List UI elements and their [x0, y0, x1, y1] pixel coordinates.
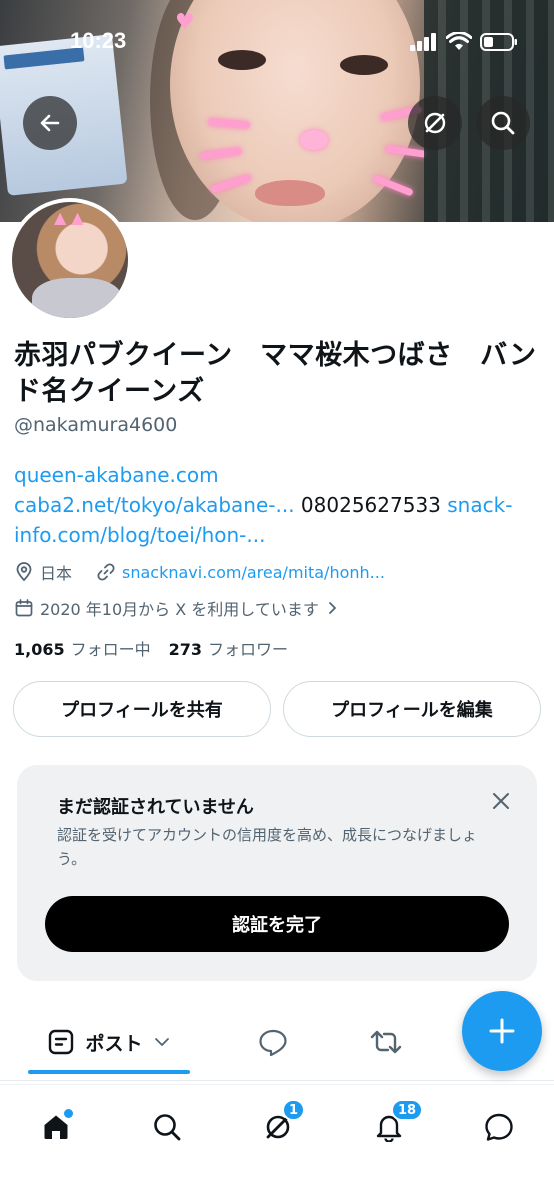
- battery-icon: [480, 33, 517, 51]
- follow-stats: 1,065 フォロー中 273 フォロワー: [14, 636, 288, 660]
- chevron-right-icon: [328, 602, 336, 614]
- plus-icon: [489, 1018, 515, 1044]
- complete-verification-button[interactable]: 認証を完了: [45, 896, 509, 952]
- joined-text: 2020 年10月から X を利用しています: [40, 600, 319, 619]
- wifi-icon: [446, 32, 472, 50]
- tab-posts[interactable]: ポスト: [28, 1010, 190, 1074]
- followers-stat[interactable]: 273 フォロワー: [169, 636, 288, 660]
- bottom-navigation: 1 18: [0, 1084, 554, 1200]
- nav-home[interactable]: [28, 1099, 84, 1155]
- home-new-dot: [64, 1109, 73, 1118]
- location-text: 日本: [40, 564, 73, 583]
- nav-notifications-badge: 18: [391, 1099, 424, 1121]
- status-icons: [410, 32, 518, 52]
- calendar-icon: [15, 599, 33, 617]
- tab-reposts[interactable]: [356, 1010, 416, 1074]
- tab-replies[interactable]: [243, 1010, 303, 1074]
- search-icon: [154, 1114, 181, 1141]
- status-time: 10:23: [70, 28, 127, 53]
- nav-notifications[interactable]: 18: [361, 1099, 424, 1155]
- following-label: フォロー中: [70, 640, 151, 659]
- profile-avatar[interactable]: ▲ ▲: [8, 198, 132, 322]
- back-button[interactable]: [23, 96, 77, 150]
- reply-icon: [259, 1029, 287, 1057]
- display-name: 赤羽パブクイーン ママ桜木つばさ バンド名クイーンズ: [14, 340, 537, 407]
- following-stat[interactable]: 1,065 フォロー中: [14, 636, 151, 660]
- active-tab-indicator: [28, 1070, 190, 1074]
- status-bar: 10:23: [0, 0, 554, 80]
- nav-explore[interactable]: [139, 1099, 195, 1155]
- bio-link-queen-akabane[interactable]: queen-akabane.com: [14, 463, 219, 487]
- nav-messages[interactable]: [471, 1099, 527, 1155]
- grok-icon: [424, 112, 446, 134]
- close-verification-button[interactable]: [487, 787, 515, 815]
- back-arrow-icon: [40, 114, 60, 132]
- followers-count: 273: [168, 640, 203, 659]
- tabs-divider: [0, 1080, 554, 1081]
- nav-grok-badge: 1: [282, 1099, 306, 1121]
- search-icon: [491, 111, 515, 135]
- bio-link-caba2[interactable]: caba2.net/tokyo/akabane-...: [14, 493, 295, 517]
- profile-meta-row: 日本 snacknavi.com/area/mita/honh...: [14, 560, 385, 584]
- close-icon: [493, 793, 509, 809]
- tab-posts-label: ポスト: [85, 1032, 143, 1055]
- repost-icon: [370, 1030, 402, 1054]
- search-button[interactable]: [476, 96, 530, 150]
- grok-button[interactable]: [408, 96, 462, 150]
- avatar-shirt: [32, 278, 122, 318]
- cat-ears-sticker-icon: ▲ ▲: [54, 208, 84, 227]
- banner-lips: [255, 180, 325, 206]
- website-link[interactable]: snacknavi.com/area/mita/honh...: [122, 563, 385, 582]
- profile-bio: queen-akabane.com caba2.net/tokyo/akaban…: [14, 460, 534, 550]
- user-handle: @nakamura4600: [14, 414, 178, 436]
- joined-row[interactable]: 2020 年10月から X を利用しています: [14, 596, 339, 620]
- followers-label: フォロワー: [208, 640, 289, 659]
- location-pin-icon: [16, 562, 32, 582]
- nav-grok[interactable]: 1: [250, 1099, 306, 1155]
- banner-nose-sticker: [300, 130, 328, 150]
- chevron-down-icon: [154, 1038, 169, 1046]
- share-profile-button[interactable]: プロフィールを共有: [13, 681, 271, 737]
- verification-card: まだ認証されていません 認証を受けてアカウントの信用度を高め、成長につなげましょ…: [17, 765, 537, 981]
- signal-icon: [410, 33, 436, 51]
- bio-phone: 08025627533: [294, 493, 448, 517]
- compose-post-button[interactable]: [462, 991, 542, 1071]
- avatar: ▲ ▲: [12, 202, 128, 318]
- verification-title: まだ認証されていません: [57, 797, 254, 818]
- edit-profile-button[interactable]: プロフィールを編集: [283, 681, 541, 737]
- messages-icon: [485, 1113, 513, 1141]
- following-count: 1,065: [14, 640, 65, 659]
- link-icon: [97, 563, 115, 581]
- posts-icon: [49, 1029, 74, 1055]
- verification-description: 認証を受けてアカウントの信用度を高め、成長につなげましょう。: [57, 826, 478, 868]
